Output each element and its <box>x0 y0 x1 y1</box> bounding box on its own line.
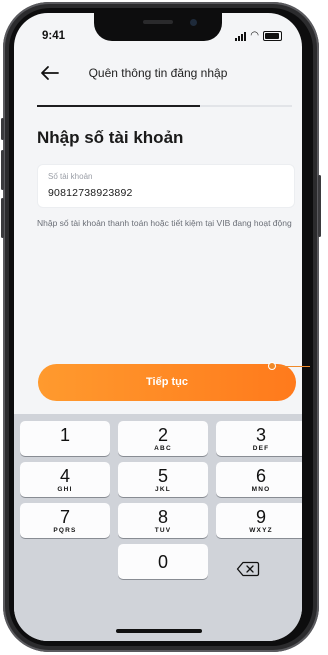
key-digit: 7 <box>59 507 70 527</box>
continue-button[interactable]: Tiếp tục <box>38 364 296 401</box>
key-7[interactable]: 7 PQRS <box>20 503 110 538</box>
key-letters: DEF <box>252 445 270 452</box>
key-2[interactable]: 2 ABC <box>118 421 208 456</box>
key-6[interactable]: 6 MNO <box>216 462 302 497</box>
speaker-grille <box>143 20 173 24</box>
key-letters: WXYZ <box>249 527 273 534</box>
backspace-icon <box>236 561 260 577</box>
key-letters: ABC <box>154 445 172 452</box>
account-number-value[interactable]: 90812738923892 <box>48 187 133 199</box>
helper-text: Nhập số tài khoản thanh toán hoặc tiết k… <box>37 218 292 228</box>
key-letters: TUV <box>154 527 172 534</box>
page-title: Nhập số tài khoản <box>37 128 184 147</box>
annotation-marker <box>268 362 276 370</box>
cellular-signal-icon <box>235 31 247 41</box>
key-digit: 4 <box>59 466 70 486</box>
key-letters: MNO <box>251 486 271 493</box>
key-digit: 0 <box>157 552 168 572</box>
status-icons: ◠ <box>235 31 282 41</box>
key-digit: 5 <box>157 466 168 486</box>
key-8[interactable]: 8 TUV <box>118 503 208 538</box>
header-title: Quên thông tin đăng nhập <box>88 66 228 80</box>
volume-button-down <box>1 150 4 190</box>
key-digit: 1 <box>59 425 70 445</box>
key-digit: 6 <box>255 466 266 486</box>
progress-track <box>37 105 292 107</box>
volume-button-up <box>1 118 4 140</box>
battery-icon <box>263 31 282 41</box>
key-digit: 8 <box>157 507 168 527</box>
key-1[interactable]: 1 <box>20 421 110 456</box>
volume-button-lower <box>1 198 4 238</box>
notch <box>94 13 222 41</box>
key-0[interactable]: 0 <box>118 544 208 579</box>
account-number-field[interactable]: Số tài khoản 90812738923892 <box>37 164 295 208</box>
account-number-label: Số tài khoản <box>48 172 93 181</box>
key-digit: 3 <box>255 425 266 445</box>
key-3[interactable]: 3 DEF <box>216 421 302 456</box>
key-letters: JKL <box>155 486 171 493</box>
screen: 9:41 ◠ Quên thông tin đăng nhập Nhập số … <box>14 13 302 641</box>
wifi-icon: ◠ <box>250 30 259 41</box>
key-9[interactable]: 9 WXYZ <box>216 503 302 538</box>
key-digit: 2 <box>157 425 168 445</box>
key-letters: PQRS <box>53 527 77 534</box>
status-time: 9:41 <box>42 30 66 42</box>
key-letters: GHI <box>57 486 73 493</box>
key-digit: 9 <box>255 507 266 527</box>
key-4[interactable]: 4 GHI <box>20 462 110 497</box>
home-indicator <box>116 629 202 633</box>
delete-key[interactable] <box>236 561 260 577</box>
progress-fill <box>37 105 201 107</box>
annotation-connector <box>272 366 310 367</box>
numeric-keypad: 1 2 ABC 3 DEF 4 GHI 5 JKL 6 MNO 7 PQRS 8 <box>14 414 302 641</box>
key-5[interactable]: 5 JKL <box>118 462 208 497</box>
power-button <box>318 175 321 237</box>
front-camera <box>190 19 197 26</box>
